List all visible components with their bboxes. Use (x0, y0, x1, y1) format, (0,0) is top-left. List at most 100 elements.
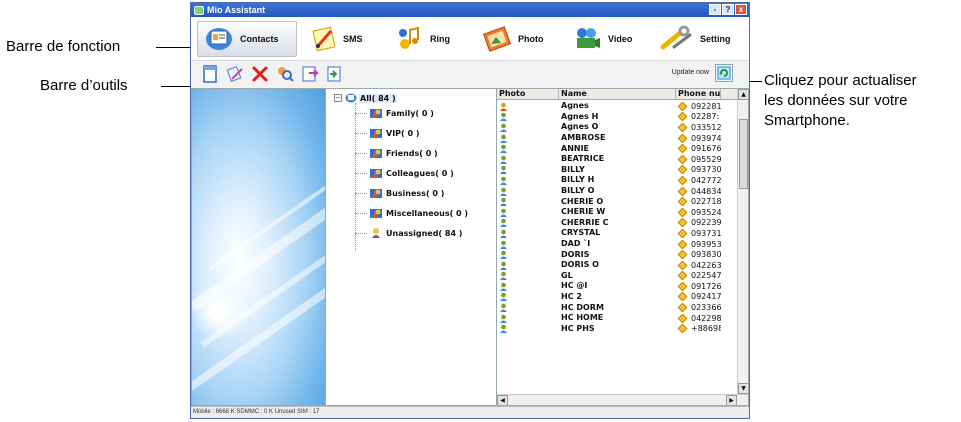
tree-group-business[interactable]: Business( 0 ) (355, 187, 444, 199)
tree-group-label: Unassigned( 84 ) (386, 228, 463, 238)
export-button[interactable] (324, 64, 346, 84)
table-row[interactable]: BILLY 093730 (497, 165, 737, 176)
tree-group-colleagues[interactable]: Colleagues( 0 ) (355, 167, 454, 179)
column-header-name[interactable]: Name (559, 89, 676, 99)
contact-phone-cell: 092239 (676, 218, 721, 228)
new-contact-button[interactable] (199, 64, 221, 84)
table-row[interactable]: ANNIE 091676 (497, 143, 737, 154)
contact-photo-cell (497, 112, 559, 122)
contact-phone: 022718 (691, 197, 721, 207)
tree-group-label: Colleagues( 0 ) (386, 168, 454, 178)
contact-photo-cell (497, 292, 559, 302)
table-row[interactable]: GL 022547 (497, 271, 737, 282)
table-row[interactable]: DORIS O 042263 (497, 260, 737, 271)
tab-photo[interactable]: Photo (480, 21, 570, 57)
contact-name: DORIS (561, 249, 590, 259)
scroll-right-icon[interactable]: ▶ (726, 395, 737, 405)
contact-avatar-icon (500, 134, 507, 143)
tab-sms[interactable]: SMS (305, 21, 390, 57)
contact-phone: 091676 (691, 144, 721, 154)
contact-phone: 093730 (691, 165, 721, 175)
minimize-button[interactable]: - (709, 4, 721, 15)
tree-collapse-toggle[interactable]: − (334, 94, 342, 102)
table-row[interactable]: CHERIE O 022718 (497, 196, 737, 207)
group-icon (370, 129, 382, 138)
contact-avatar-icon (500, 123, 507, 132)
phone-icon (677, 165, 688, 175)
import-button[interactable] (299, 64, 321, 84)
status-bar: Mobile : 8668 K SDMMC : 0 K Unused SIM :… (191, 406, 749, 418)
table-row[interactable]: BEATRICE 095529 (497, 154, 737, 165)
close-button[interactable]: x (735, 4, 747, 15)
search-contacts-button[interactable] (274, 64, 296, 84)
vertical-scrollbar[interactable]: ▲ ▼ (737, 89, 748, 394)
table-row[interactable]: Agnes 092281 (497, 101, 737, 112)
contact-avatar-icon (500, 229, 507, 238)
horizontal-scrollbar[interactable]: ◀ ▶ (497, 394, 748, 405)
edit-contact-icon (226, 66, 243, 82)
delete-button[interactable] (249, 64, 271, 84)
scroll-thumb[interactable] (739, 119, 748, 189)
tree-root-label: All( 84 ) (359, 93, 397, 103)
scroll-up-icon[interactable]: ▲ (738, 89, 748, 100)
tree-group-friends[interactable]: Friends( 0 ) (355, 147, 438, 159)
contact-phone-cell: 093953 (676, 239, 721, 249)
table-row[interactable]: HC HOME 042298 (497, 313, 737, 324)
column-header-photo[interactable]: Photo (497, 89, 559, 99)
new-contact-icon (203, 65, 217, 83)
tab-sms-label: SMS (343, 33, 363, 44)
table-row[interactable]: CRYSTAL 093731 (497, 228, 737, 239)
scroll-left-icon[interactable]: ◀ (497, 395, 508, 405)
edit-contact-button[interactable] (224, 64, 246, 84)
tree-group-label: Family( 0 ) (386, 108, 434, 118)
tree-group-family[interactable]: Family( 0 ) (355, 107, 434, 119)
toolbar: Update now (191, 61, 749, 87)
scroll-down-icon[interactable]: ▼ (738, 383, 748, 394)
tree-group-miscellaneous[interactable]: Miscellaneous( 0 ) (355, 207, 468, 219)
contact-phone: 02287: (691, 112, 720, 122)
contact-avatar-icon (500, 303, 507, 313)
tab-ring[interactable]: Ring (390, 21, 480, 57)
table-row[interactable]: DAD `I 093953 (497, 239, 737, 250)
contact-avatar-icon (500, 176, 507, 185)
app-icon (194, 5, 204, 15)
tree-group-unassigned[interactable]: Unassigned( 84 ) (355, 227, 462, 239)
contact-phone: +88698 (691, 324, 721, 334)
contact-avatar-icon (500, 240, 507, 249)
tab-video[interactable]: Video (570, 21, 658, 57)
table-row[interactable]: CHERRIE C 092239 (497, 218, 737, 229)
phone-icon (677, 186, 688, 196)
annotation-refresh-3: Smartphone. (764, 112, 850, 129)
help-button[interactable]: ? (722, 4, 734, 15)
tab-contacts[interactable]: Contacts (197, 20, 297, 57)
table-row[interactable]: HC PHS +88698 (497, 323, 737, 334)
table-row[interactable]: DORIS 093830 (497, 249, 737, 260)
tab-ring-label: Ring (430, 33, 450, 44)
tree-root[interactable]: − All( 84 ) (334, 93, 397, 103)
contact-phone-cell: 092417 (676, 292, 721, 302)
table-row[interactable]: HC @I 091726 (497, 281, 737, 292)
contact-phone: 023366 (691, 303, 721, 313)
table-row[interactable]: HC DORM 023366 (497, 302, 737, 313)
contact-photo-cell (497, 197, 559, 207)
table-row[interactable]: BILLY H 042772 (497, 175, 737, 186)
contact-phone-cell: 023366 (676, 303, 721, 313)
update-now-label: Update now (671, 69, 709, 76)
contact-name: HC @I (561, 281, 588, 291)
group-icon (370, 149, 382, 158)
table-row[interactable]: BILLY O 044834 (497, 186, 737, 197)
table-row[interactable]: CHERIE W 093524 (497, 207, 737, 218)
table-row[interactable]: Agnes O 033512 (497, 122, 737, 133)
table-row[interactable]: Agnes H 02287: (497, 112, 737, 123)
contact-avatar-icon (500, 197, 507, 207)
decorative-panel (191, 88, 326, 406)
column-header-phone[interactable]: Phone nur (676, 89, 721, 99)
table-row[interactable]: HC 2 092417 (497, 292, 737, 303)
tab-setting[interactable]: Setting (658, 21, 748, 57)
annotation-refresh-2: les données sur votre (764, 92, 908, 109)
table-row[interactable]: AMBROSE 093974 (497, 133, 737, 144)
tree-group-vip[interactable]: VIP( 0 ) (355, 127, 419, 139)
photo-icon (482, 25, 512, 52)
contacts-icon (206, 27, 232, 50)
update-now-button[interactable] (715, 64, 733, 82)
